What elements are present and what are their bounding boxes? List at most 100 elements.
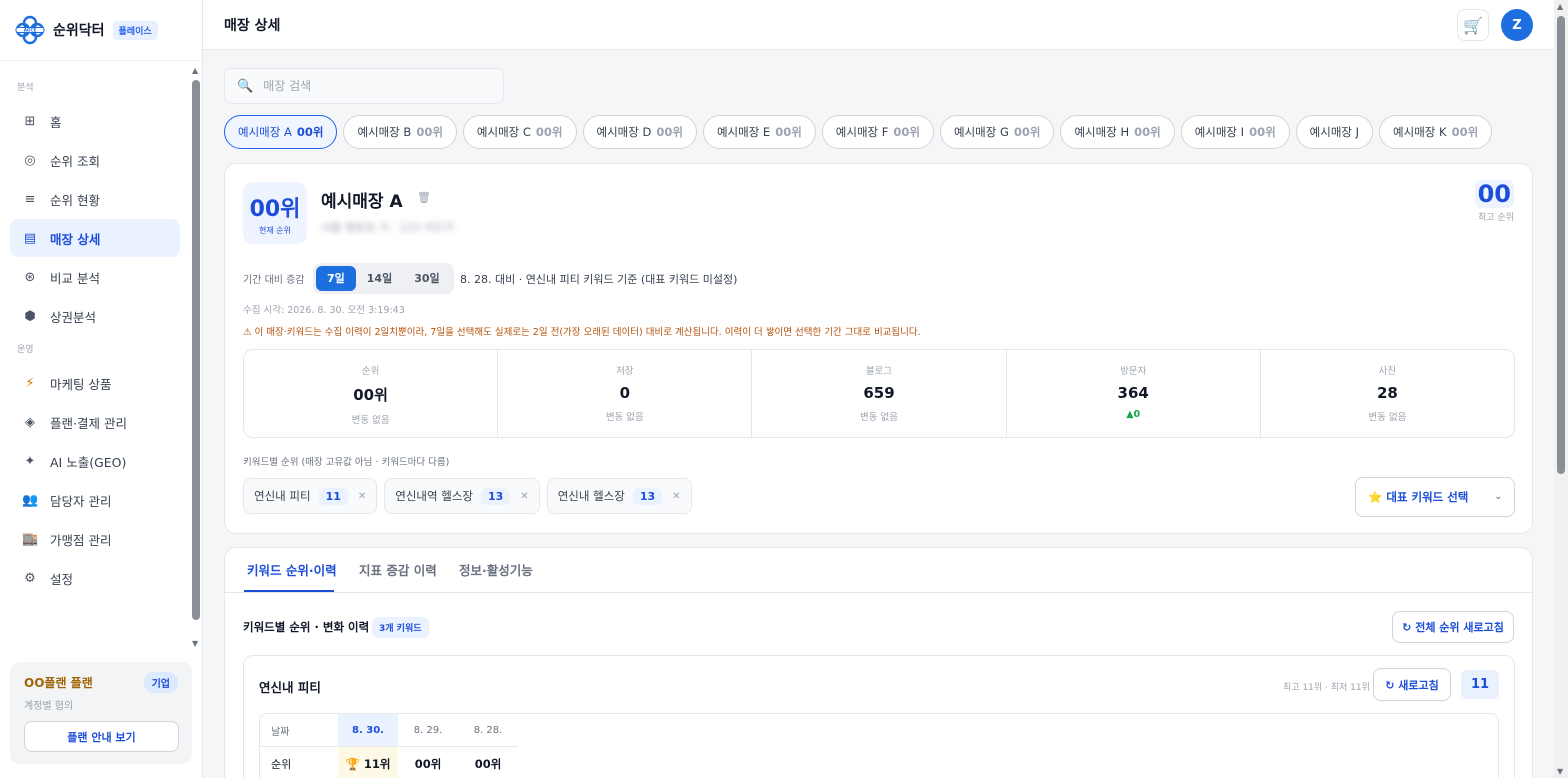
main-scrollbar[interactable]: ▲ ▼ — [1554, 0, 1568, 778]
best-rank: 00 최고 순위 — [1474, 180, 1514, 223]
metric-value: 364 — [1117, 384, 1149, 402]
document-icon: ▤ — [23, 230, 37, 246]
sidebar-item-home[interactable]: ⊞ 홈 — [10, 102, 180, 140]
close-icon[interactable]: ✕ — [358, 491, 366, 502]
date-cell[interactable]: 8. 29. — [398, 714, 458, 746]
store-chip[interactable]: 예시매장 F 00위 — [821, 115, 934, 149]
brand-logo-text: AGCE — [24, 28, 37, 33]
store-chip-rank: 00위 — [1013, 125, 1041, 139]
keyword-chip-list: 연신내 피티 11 ✕ 연신내역 헬스장 13 ✕ 연신내 헬스장 13 ✕ — [243, 478, 692, 514]
sidebar-item-label: 플랜·결제 관리 — [50, 415, 127, 431]
keyword-refresh-button[interactable]: ↻ 새로고침 — [1373, 668, 1451, 701]
store-chip[interactable]: 예시매장 C 00위 — [462, 115, 577, 149]
store-chip[interactable]: 예시매장 E 00위 — [702, 115, 816, 149]
row-header-date: 날짜 — [271, 726, 290, 738]
plan-guide-button[interactable]: 플랜 안내 보기 — [24, 721, 179, 752]
trash-icon[interactable]: 🗑 — [417, 191, 431, 204]
store-chip[interactable]: 예시매장 G 00위 — [939, 115, 1055, 149]
cart-button[interactable]: 🛒 — [1457, 9, 1489, 41]
metric-change: ▲0 — [1126, 409, 1141, 420]
store-chip[interactable]: 예시매장 K 00위 — [1379, 115, 1493, 149]
representative-keyword-select[interactable]: ⭐ 대표 키워드 선택 ⌄ — [1355, 477, 1515, 517]
sidebar-item-plan-billing[interactable]: ◈ 플랜·결제 관리 — [10, 403, 180, 441]
metric-change: 변동 없음 — [1368, 412, 1407, 423]
close-icon[interactable]: ✕ — [672, 491, 680, 502]
scroll-down-arrow-icon[interactable]: ▼ — [1557, 767, 1563, 776]
collected-time: 수집 시각: 2026. 8. 30. 오전 3:19:43 — [243, 305, 405, 316]
brand[interactable]: AGCE 순위닥터 플레이스 — [14, 14, 158, 46]
tab-info-features[interactable]: 정보·활성기능 — [459, 560, 533, 579]
sidebar-item-label: 홈 — [50, 114, 62, 130]
sidebar-item-rank-status[interactable]: ≡ 순위 현황 — [10, 180, 180, 218]
store-chip-rank: 00위 — [775, 125, 802, 139]
store-chip-rank: 00위 — [416, 125, 443, 139]
store-chip[interactable]: 예시매장 A 00위 — [224, 115, 338, 149]
sidebar-item-franchise[interactable]: 🏬 가맹점 관리 — [10, 520, 180, 558]
store-chip[interactable]: 예시매장 H 00위 — [1060, 115, 1175, 149]
tab-keyword-history[interactable]: 키워드 순위·이력 — [247, 560, 337, 579]
sidebar: AGCE 순위닥터 플레이스 분석 ⊞ 홈 ◎ 순위 조회 ≡ 순위 현황 ▤ 매장 상… — [0, 0, 203, 778]
store-chip-rank: 00위 — [1249, 125, 1276, 139]
period-7d-button[interactable]: 7일 — [316, 266, 356, 291]
store-chip-list: 예시매장 A 00위 예시매장 B 00위 예시매장 C 00위 예시매장 D 00위 … — [224, 115, 1493, 149]
date-cell[interactable]: 8. 28. — [458, 714, 518, 746]
store-chip-rank: 00위 — [296, 125, 324, 139]
store-chip[interactable]: 예시매장 I 00위 — [1180, 115, 1290, 149]
close-icon[interactable]: ✕ — [520, 491, 528, 502]
metric-saves: 저장 0 변동 없음 — [498, 350, 753, 437]
store-chip-name: 예시매장 B — [357, 125, 412, 139]
date-cell[interactable]: 8. 30. — [338, 714, 398, 746]
sidebar-item-label: 비교 분석 — [50, 270, 100, 286]
sidebar-item-ai-geo[interactable]: ✦ AI 노출(GEO) — [10, 442, 180, 480]
search-input[interactable] — [263, 79, 484, 93]
sidebar-item-settings[interactable]: ⚙ 설정 — [10, 559, 180, 597]
sidebar-item-label: 마케팅 상품 — [50, 376, 112, 392]
avatar[interactable]: Z — [1501, 9, 1533, 41]
scroll-up-arrow-icon[interactable]: ▲ — [1557, 2, 1563, 11]
store-chip-name: 예시매장 G — [953, 125, 1009, 139]
diamond-icon: ◈ — [25, 414, 35, 430]
store-chip[interactable]: 예시매장 D 00위 — [582, 115, 697, 149]
metric-label: 사진 — [1378, 366, 1397, 377]
tab-metric-history[interactable]: 지표 증감 이력 — [359, 560, 437, 579]
sidebar-item-rank-lookup[interactable]: ◎ 순위 조회 — [10, 141, 180, 179]
keyword-rank-range: 최고 11위 · 최저 11위 — [1283, 683, 1370, 693]
current-rank: 00위 — [249, 197, 301, 222]
people-icon: 👥 — [22, 492, 39, 508]
main-scroll-thumb[interactable] — [1557, 16, 1565, 474]
period-30d-button[interactable]: 30일 — [403, 266, 450, 291]
sidebar-item-trade-area[interactable]: ⬢ 상권분석 — [10, 297, 180, 335]
rank-cell: 00위 — [414, 757, 442, 771]
store-chip[interactable]: 예시매장 J — [1295, 115, 1374, 149]
representative-keyword-label: ⭐ 대표 키워드 선택 — [1368, 490, 1469, 504]
sidebar-item-marketing[interactable]: ⚡ 마케팅 상품 — [10, 364, 180, 402]
store-search[interactable]: 🔍 — [224, 68, 504, 104]
keyword-chip[interactable]: 연신내 피티 11 ✕ — [243, 478, 378, 514]
row-header-rank: 순위 — [271, 758, 292, 771]
sidebar-item-store-detail[interactable]: ▤ 매장 상세 — [10, 219, 180, 257]
best-rank-label: 최고 순위 — [1478, 213, 1514, 223]
sidebar-scroll-thumb[interactable] — [192, 80, 200, 620]
store-chip-name: 예시매장 I — [1194, 125, 1245, 139]
keyword-name: 연신내 피티 — [254, 489, 311, 503]
sidebar-item-label: 매장 상세 — [50, 231, 101, 247]
warning-message: ⚠ 이 매장·키워드는 수집 이력이 2일치뿐이라, 7일을 선택해도 실제로는… — [243, 327, 921, 338]
keyword-chip[interactable]: 연신내 헬스장 13 ✕ — [546, 478, 692, 514]
keyword-rank: 13 — [632, 487, 663, 505]
scroll-up-arrow-icon[interactable]: ▲ — [192, 66, 198, 75]
period-14d-button[interactable]: 14일 — [356, 266, 403, 291]
sidebar-scrollbar[interactable]: ▲ ▼ — [190, 66, 202, 648]
keyword-chip[interactable]: 연신내역 헬스장 13 ✕ — [384, 478, 540, 514]
period-selector: 7일 14일 30일 — [313, 263, 454, 294]
metric-value: 28 — [1376, 384, 1398, 402]
scroll-down-arrow-icon[interactable]: ▼ — [192, 639, 198, 648]
brand-divider — [0, 60, 202, 61]
refresh-all-button[interactable]: ↻ 전체 순위 새로고침 — [1392, 611, 1514, 643]
sidebar-item-compare[interactable]: ⊛ 비교 분석 — [10, 258, 180, 296]
brand-badge: 플레이스 — [112, 20, 158, 40]
store-icon: 🏬 — [22, 531, 39, 547]
store-chip[interactable]: 예시매장 B 00위 — [343, 115, 457, 149]
sidebar-item-managers[interactable]: 👥 담당자 관리 — [10, 481, 180, 519]
keyword-rank-label: 키워드별 순위 (매장 고유값 아님 · 키워드마다 다름) — [243, 457, 450, 468]
period-note: 8. 28. 대비 · 연신내 피티 키워드 기준 (대표 키워드 미설정) — [460, 273, 738, 286]
